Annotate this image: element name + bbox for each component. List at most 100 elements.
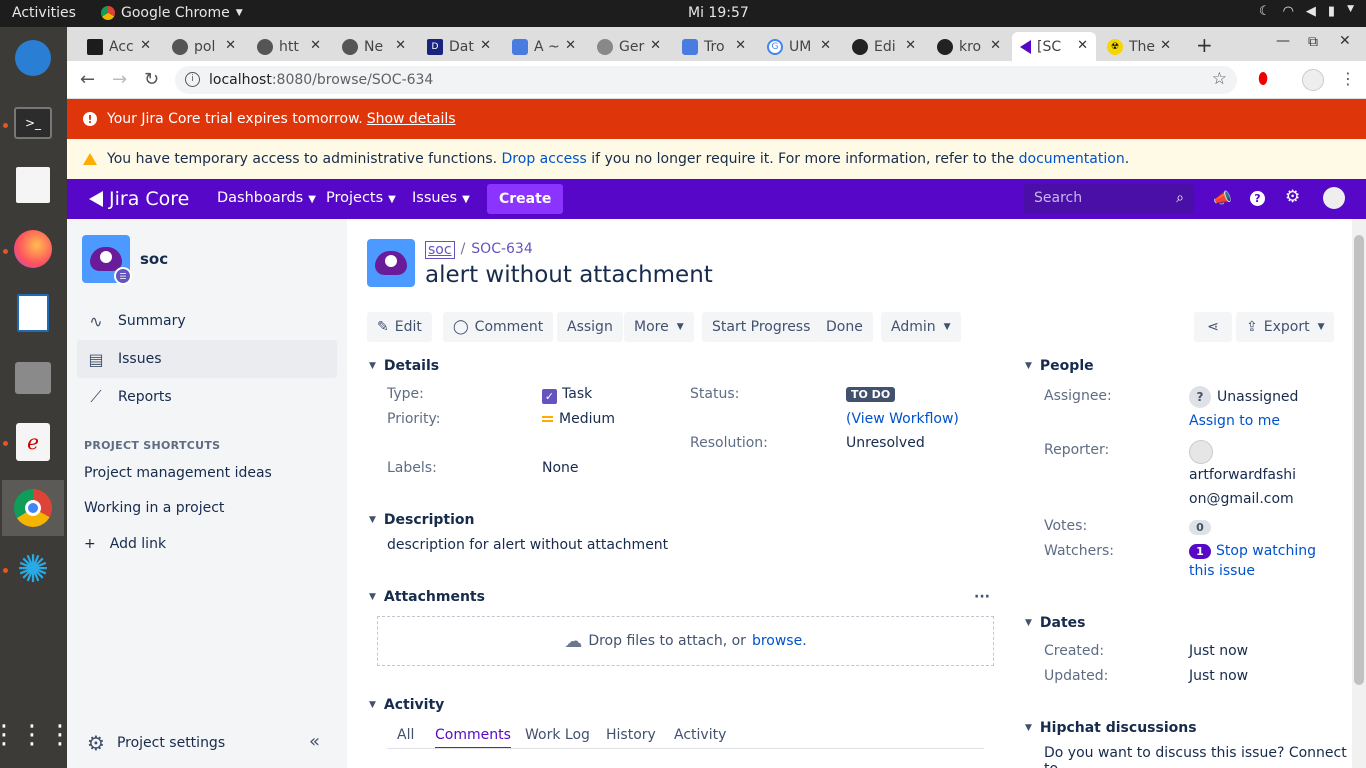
project-avatar[interactable]: [367, 239, 415, 287]
shortcut-link[interactable]: Working in a project: [84, 500, 224, 516]
document-viewer-icon[interactable]: ℯ: [10, 419, 56, 465]
browser-tab[interactable]: G UM ✕: [759, 32, 839, 61]
description-text[interactable]: description for alert without attachment: [387, 537, 668, 553]
assign-to-me-link[interactable]: Assign to me: [1189, 413, 1280, 429]
browser-tab[interactable]: kro ✕: [929, 32, 1009, 61]
dates-section-toggle[interactable]: ▼ Dates: [1025, 615, 1086, 631]
app-menu[interactable]: Google Chrome ▼: [101, 5, 243, 21]
reporter-email-line[interactable]: on@gmail.com: [1189, 491, 1294, 507]
stop-watching-link[interactable]: this issue: [1189, 563, 1255, 579]
description-section-toggle[interactable]: ▼ Description: [369, 512, 474, 528]
close-window-icon[interactable]: ✕: [1339, 33, 1351, 49]
close-tab-icon[interactable]: ✕: [650, 38, 661, 53]
page-scrollbar[interactable]: [1352, 219, 1366, 768]
close-tab-icon[interactable]: ✕: [990, 38, 1001, 53]
browser-tab[interactable]: Tro ✕: [674, 32, 754, 61]
close-tab-icon[interactable]: ✕: [735, 38, 746, 53]
writer-icon[interactable]: [10, 290, 56, 336]
search-input[interactable]: Search ⌕: [1024, 184, 1194, 214]
tab-activity[interactable]: Activity: [674, 727, 726, 743]
sidebar-item-issues[interactable]: ▤ Issues: [77, 340, 337, 378]
terminal-icon[interactable]: >_: [10, 100, 56, 146]
browser-tab[interactable]: Acc ✕: [79, 32, 159, 61]
browse-link[interactable]: browse.: [752, 633, 807, 649]
app-grid-icon[interactable]: ⋮⋮⋮: [0, 712, 73, 758]
collapse-sidebar-icon[interactable]: «: [309, 731, 320, 752]
close-tab-icon[interactable]: ✕: [820, 38, 831, 53]
project-name[interactable]: soc: [140, 250, 168, 268]
close-tab-icon[interactable]: ✕: [1077, 38, 1088, 53]
issue-summary[interactable]: alert without attachment: [425, 262, 713, 288]
profile-avatar[interactable]: [1302, 69, 1324, 91]
project-settings-link[interactable]: ⚙ Project settings: [87, 731, 225, 755]
nav-dashboards[interactable]: Dashboards ▼: [217, 190, 316, 206]
browser-tab[interactable]: Ne ✕: [334, 32, 414, 61]
maximize-icon[interactable]: ⧉: [1308, 34, 1318, 50]
stop-watching-link[interactable]: Stop watching: [1216, 543, 1316, 559]
minimize-icon[interactable]: —: [1276, 33, 1290, 49]
forward-icon[interactable]: →: [112, 69, 127, 90]
breadcrumb-issue-key[interactable]: SOC-634: [471, 241, 532, 259]
browser-tab[interactable]: ☢ The ✕: [1099, 32, 1179, 61]
gear-icon[interactable]: ⚙: [1285, 187, 1300, 207]
assign-button[interactable]: Assign: [557, 312, 623, 342]
browser-tab[interactable]: Ger ✕: [589, 32, 669, 61]
create-button[interactable]: Create: [487, 184, 564, 214]
details-section-toggle[interactable]: ▼ Details: [369, 358, 439, 374]
bookmark-star-icon[interactable]: ☆: [1212, 69, 1227, 89]
site-info-icon[interactable]: i: [185, 72, 200, 87]
tab-all[interactable]: All: [397, 727, 414, 743]
activity-section-toggle[interactable]: ▼ Activity: [369, 697, 444, 713]
tab-history[interactable]: History: [606, 727, 656, 743]
close-tab-icon[interactable]: ✕: [310, 38, 321, 53]
reload-icon[interactable]: ↻: [144, 69, 159, 90]
nav-issues[interactable]: Issues ▼: [412, 190, 470, 206]
help-icon[interactable]: ?: [1250, 191, 1265, 206]
text-editor-icon[interactable]: [10, 162, 56, 208]
more-button[interactable]: More ▼: [624, 312, 694, 342]
chrome-dock-icon[interactable]: [2, 480, 64, 536]
sidebar-item-summary[interactable]: ∿ Summary: [77, 302, 337, 340]
browser-tab[interactable]: htt ✕: [249, 32, 329, 61]
show-details-link[interactable]: Show details: [367, 111, 456, 127]
close-tab-icon[interactable]: ✕: [480, 38, 491, 53]
jira-logo[interactable]: Jira Core: [89, 188, 189, 210]
scrollbar-thumb[interactable]: [1354, 235, 1364, 685]
add-link-button[interactable]: + Add link: [84, 536, 166, 552]
breadcrumb-project[interactable]: soc: [425, 241, 455, 259]
comment-button[interactable]: ◯ Comment: [443, 312, 554, 342]
thunderbird-icon[interactable]: [10, 35, 56, 81]
close-tab-icon[interactable]: ✕: [1160, 38, 1171, 53]
edit-button[interactable]: ✎ Edit: [367, 312, 432, 342]
browser-tab[interactable]: Edi ✕: [844, 32, 924, 61]
browser-tab[interactable]: A ~ ✕: [504, 32, 584, 61]
reporter-email-line[interactable]: artforwardfashi: [1189, 467, 1296, 483]
watchers-value[interactable]: 1 Stop watching: [1189, 543, 1316, 559]
bug-app-icon[interactable]: ✺: [10, 546, 56, 592]
firefox-icon[interactable]: [10, 226, 56, 272]
close-tab-icon[interactable]: ✕: [565, 38, 576, 53]
admin-button[interactable]: Admin ▼: [881, 312, 961, 342]
chrome-menu-icon[interactable]: ⋮: [1340, 69, 1356, 88]
browser-tab-active[interactable]: [SC ✕: [1012, 32, 1096, 61]
sidebar-item-reports[interactable]: ⟋ Reports: [77, 378, 337, 416]
close-tab-icon[interactable]: ✕: [140, 38, 151, 53]
start-progress-button[interactable]: Start Progress: [702, 312, 821, 342]
view-workflow-link[interactable]: (View Workflow): [846, 411, 959, 427]
user-avatar[interactable]: [1323, 187, 1345, 209]
opera-extension-icon[interactable]: ⬮: [1258, 69, 1268, 89]
share-button[interactable]: ⋖: [1194, 312, 1232, 342]
activities-button[interactable]: Activities: [12, 5, 76, 21]
hipchat-section-toggle[interactable]: ▼ Hipchat discussions: [1025, 720, 1197, 736]
attachment-dropzone[interactable]: ☁ Drop files to attach, or browse.: [377, 616, 994, 666]
assignee-value[interactable]: ? Unassigned: [1189, 386, 1298, 408]
system-tray[interactable]: ☾ ◠ ◀ ▮ ▼: [1259, 4, 1354, 19]
clock[interactable]: Mi 19:57: [688, 5, 749, 21]
done-button[interactable]: Done: [816, 312, 873, 342]
tab-work-log[interactable]: Work Log: [525, 727, 590, 743]
browser-tab[interactable]: D Dat ✕: [419, 32, 499, 61]
close-tab-icon[interactable]: ✕: [395, 38, 406, 53]
back-icon[interactable]: ←: [80, 69, 95, 90]
drop-access-link[interactable]: Drop access: [502, 151, 587, 167]
close-tab-icon[interactable]: ✕: [905, 38, 916, 53]
